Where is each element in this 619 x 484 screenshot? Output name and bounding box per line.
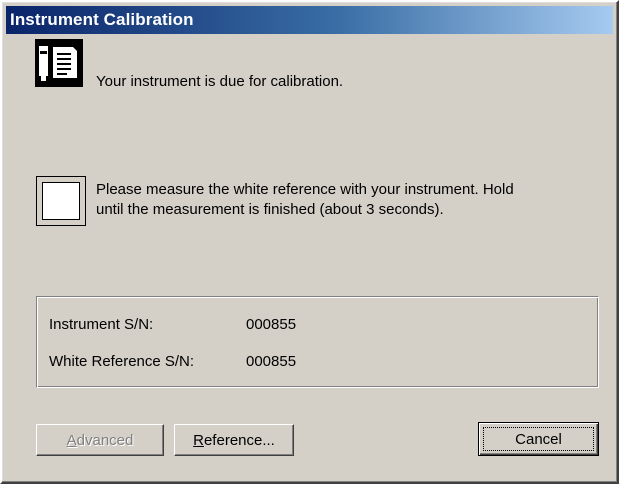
window-title: Instrument Calibration — [10, 10, 194, 29]
title-bar[interactable]: Instrument Calibration — [6, 6, 613, 34]
reference-sn-row: White Reference S/N: 000855 — [49, 353, 296, 370]
advanced-mnemonic: A — [66, 431, 77, 449]
reference-mnemonic: R — [193, 431, 204, 449]
advanced-label-rest: dvanced — [76, 431, 134, 449]
cancel-button[interactable]: Cancel — [478, 422, 599, 456]
measure-line-1: Please measure the white reference with … — [96, 181, 514, 198]
measure-line-2: until the measurement is finished (about… — [96, 201, 444, 218]
instrument-sn-value: 000855 — [246, 316, 297, 333]
advanced-button[interactable]: Advanced — [36, 424, 164, 456]
due-message: Your instrument is due for calibration. — [96, 73, 344, 90]
reference-sn-value: 000855 — [246, 353, 297, 370]
instrument-sn-row: Instrument S/N: 000855 — [49, 316, 296, 333]
instrument-sn-label: Instrument S/N: — [49, 316, 154, 333]
white-reference-swatch — [36, 176, 86, 226]
white-swatch-inner — [42, 182, 80, 220]
serial-info-panel: Instrument S/N: 000855 White Reference S/… — [36, 296, 599, 388]
calibration-dialog: Instrument Calibration Your instrument i… — [0, 0, 619, 484]
reference-sn-label: White Reference S/N: — [49, 353, 195, 370]
reference-button[interactable]: Reference... — [174, 424, 294, 456]
measure-instructions: Please measure the white reference with … — [96, 180, 514, 220]
reference-label-rest: eference... — [203, 431, 275, 449]
focus-rectangle — [483, 427, 594, 451]
instrument-device-icon — [34, 38, 84, 88]
